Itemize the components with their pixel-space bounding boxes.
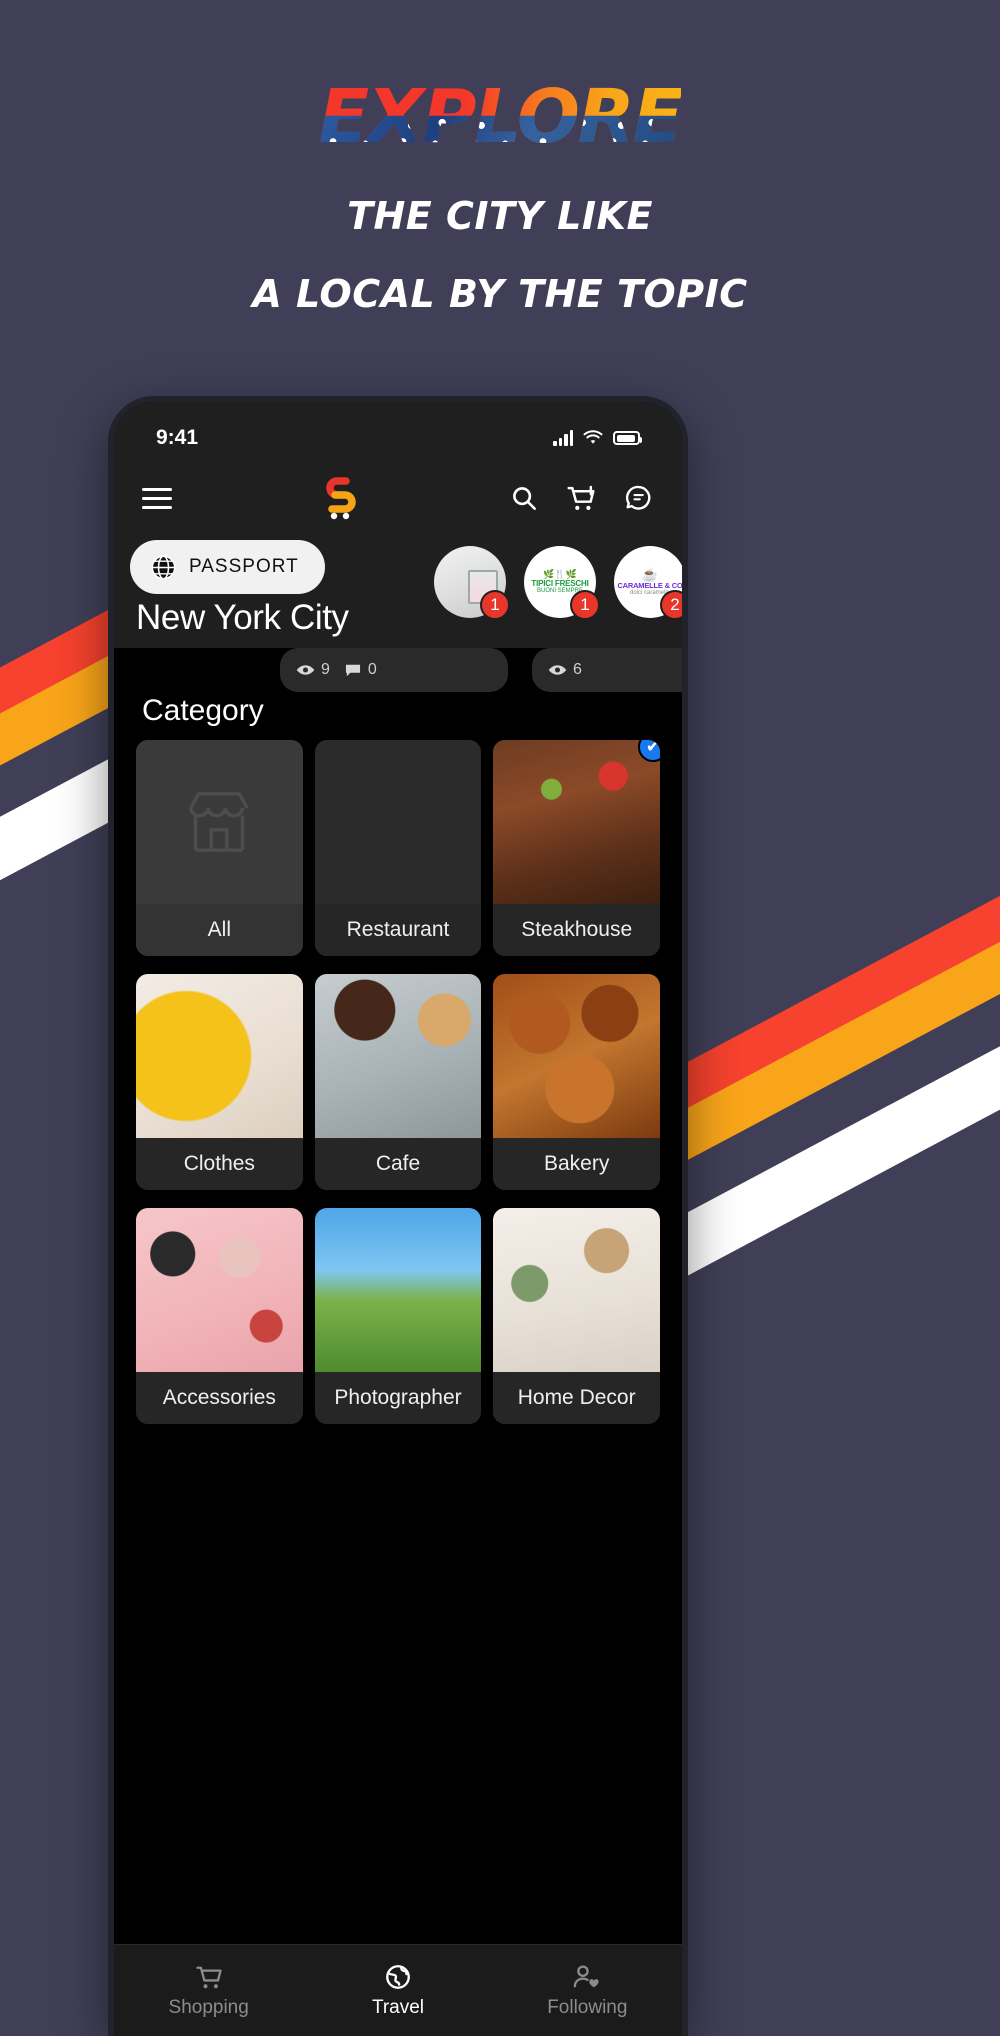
globe-icon <box>151 554 176 580</box>
location-section: PASSPORT New York City 1 🌿🍴🌿 TIPICI FRES… <box>114 536 682 648</box>
cart-icon <box>195 1966 222 1988</box>
phone-screen: 9:41 PASSPORT New York City 1 🌿🍴🌿 TIPICI… <box>114 402 682 2036</box>
category-label: All <box>136 904 303 956</box>
city-name: New York City <box>136 598 349 637</box>
category-thumb <box>314 1208 482 1372</box>
category-tile-home-decor[interactable]: Home Decor <box>493 1208 660 1424</box>
signal-bars-icon <box>553 430 573 446</box>
category-label: Accessories <box>136 1372 303 1424</box>
eye-icon <box>296 665 315 675</box>
category-label: Photographer <box>314 1372 482 1424</box>
bottom-nav-shopping[interactable]: Shopping <box>114 1963 303 2019</box>
shopping-cart-s-logo <box>325 477 356 520</box>
globe-icon <box>386 1964 410 1989</box>
comments-count: 0 <box>367 661 377 678</box>
category-section: Category All Restaurant ✔ Steakhouse Clo… <box>114 692 682 1424</box>
wifi-icon <box>583 430 603 444</box>
story-list: 1 🌿🍴🌿 TIPICI FRESCHI BUONI SEMPRE 1 ☕ CA… <box>434 546 682 620</box>
category-tile-restaurant[interactable]: Restaurant <box>314 740 482 956</box>
eye-icon <box>548 665 567 675</box>
category-tile-accessories[interactable]: Accessories <box>136 1208 303 1424</box>
story-badge: 1 <box>570 590 600 620</box>
post-stats-card[interactable]: 6 <box>532 648 682 692</box>
category-thumb <box>136 740 303 904</box>
category-thumb <box>314 974 482 1138</box>
category-tile-clothes[interactable]: Clothes <box>136 974 303 1190</box>
category-tile-all[interactable]: All <box>136 740 303 956</box>
category-thumb <box>315 740 482 904</box>
post-stats-strip: 9 0 6 <box>114 648 682 692</box>
status-icons <box>553 430 642 446</box>
comment-icon <box>345 664 360 676</box>
category-tile-cafe[interactable]: Cafe <box>314 974 482 1190</box>
story-badge: 1 <box>480 590 510 620</box>
category-label: Steakhouse <box>493 904 660 956</box>
category-tile-steakhouse[interactable]: ✔ Steakhouse <box>493 740 660 956</box>
hamburger-menu-icon[interactable] <box>142 487 172 509</box>
story-brand-name: CARAMELLE & CO <box>617 581 682 590</box>
explore-title-wrap: EXPLORE EXPLORE <box>318 74 684 160</box>
app-nav-bar <box>114 460 682 536</box>
person-heart-icon <box>574 1964 599 1987</box>
page-title: EXPLORE <box>318 74 684 160</box>
story-item[interactable]: 🌿🍴🌿 TIPICI FRESCHI BUONI SEMPRE 1 <box>524 546 600 620</box>
ribbon-orange-right <box>639 805 1000 1175</box>
ribbon-white-right <box>636 910 1000 1289</box>
story-badge: 2 <box>660 590 682 620</box>
story-item[interactable]: 1 <box>434 546 510 620</box>
category-label: Clothes <box>136 1138 303 1190</box>
leaf-fork-icon: 🌿🍴🌿 <box>543 569 577 579</box>
category-label: Bakery <box>493 1138 660 1190</box>
category-thumb <box>136 1208 303 1372</box>
battery-icon <box>613 431 642 445</box>
chat-bubble-icon[interactable] <box>623 483 654 513</box>
category-tile-photographer[interactable]: Photographer <box>314 1208 482 1424</box>
views-count: 9 <box>321 661 330 678</box>
category-tile-bakery[interactable]: Bakery <box>493 974 660 1190</box>
bottom-navigation: Shopping Travel Following <box>114 1944 682 2036</box>
phone-mockup: 9:41 PASSPORT New York City 1 🌿🍴🌿 TIPICI… <box>108 396 688 2036</box>
nav-actions <box>509 483 654 513</box>
status-bar: 9:41 <box>114 402 682 460</box>
category-label: Restaurant <box>314 904 482 956</box>
views-count: 6 <box>573 661 582 678</box>
bottom-nav-following[interactable]: Following <box>493 1963 682 2019</box>
ribbon-red-right <box>639 759 1000 1129</box>
passport-label: PASSPORT <box>189 556 299 577</box>
category-thumb <box>493 740 660 904</box>
category-label: Home Decor <box>493 1372 660 1424</box>
passport-button[interactable]: PASSPORT <box>130 540 325 594</box>
cart-icon[interactable] <box>565 483 597 513</box>
bottom-nav-travel[interactable]: Travel <box>303 1963 492 2019</box>
promo-headline: EXPLORE EXPLORE THE CITY LIKE A LOCAL BY… <box>0 74 1000 317</box>
storefront-icon <box>189 792 250 852</box>
post-stats-card[interactable]: 9 0 <box>280 648 508 692</box>
promo-subtitle-line1: THE CITY LIKE <box>347 194 653 239</box>
search-icon[interactable] <box>509 483 539 513</box>
category-thumb <box>493 974 660 1138</box>
cloche-icon: ☕ <box>641 567 659 582</box>
story-brand-name: TIPICI FRESCHI <box>531 579 589 588</box>
story-item[interactable]: ☕ CARAMELLE & CO dolci caramelle 2 <box>614 546 682 620</box>
promo-subtitle-line2: A LOCAL BY THE TOPIC <box>252 272 748 317</box>
category-thumb <box>493 1208 660 1372</box>
category-thumb <box>136 974 303 1138</box>
category-grid: All Restaurant ✔ Steakhouse Clothes Cafe <box>124 740 672 1424</box>
category-title: Category <box>124 692 672 740</box>
category-label: Cafe <box>314 1138 482 1190</box>
status-time: 9:41 <box>156 426 199 449</box>
